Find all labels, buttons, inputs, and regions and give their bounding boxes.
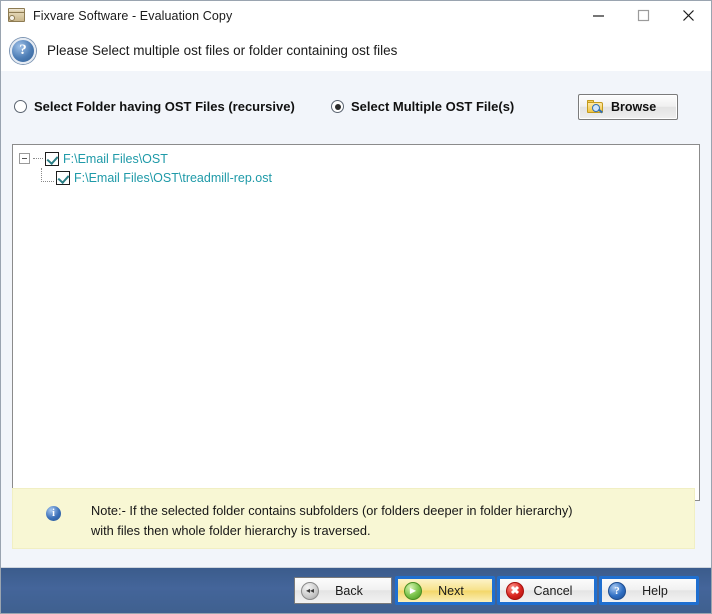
tree-item-root[interactable]: F:\Email Files\OST: [13, 149, 699, 168]
back-button-label: Back: [319, 584, 391, 598]
info-icon: i: [46, 506, 61, 521]
folder-search-icon: [587, 100, 604, 114]
main-content: Select Folder having OST Files (recursiv…: [1, 71, 711, 570]
collapse-expander-icon[interactable]: [19, 153, 30, 164]
instruction-bar: ? Please Select multiple ost files or fo…: [1, 30, 711, 72]
tree-label-child: F:\Email Files\OST\treadmill-rep.ost: [74, 171, 272, 185]
tree-connector: [33, 158, 43, 159]
radio-select-folder[interactable]: Select Folder having OST Files (recursiv…: [14, 99, 295, 114]
note-panel: i Note:- If the selected folder contains…: [12, 488, 695, 549]
radio-folder-mark: [14, 100, 27, 113]
tree-checkbox-root[interactable]: [45, 152, 59, 166]
cancel-icon: ✖: [506, 582, 524, 600]
radio-files-mark: [331, 100, 344, 113]
note-text: Note:- If the selected folder contains s…: [91, 501, 573, 541]
cancel-button[interactable]: ✖ Cancel: [498, 577, 596, 604]
rewind-icon: ◂◂: [301, 582, 319, 600]
window-title: Fixvare Software - Evaluation Copy: [33, 9, 232, 23]
cancel-button-label: Cancel: [524, 584, 594, 598]
footer-bar: ◂◂ Back ▶ Next ✖ Cancel ? Help: [1, 567, 711, 613]
back-button[interactable]: ◂◂ Back: [294, 577, 392, 604]
tree-item-child[interactable]: F:\Email Files\OST\treadmill-rep.ost: [13, 168, 699, 187]
help-button[interactable]: ? Help: [600, 577, 698, 604]
minimize-icon[interactable]: [576, 1, 621, 30]
next-button-label: Next: [422, 584, 492, 598]
tree-label-root: F:\Email Files\OST: [63, 152, 168, 166]
question-icon: ?: [608, 582, 626, 600]
help-button-label: Help: [626, 584, 696, 598]
radio-select-multiple-files[interactable]: Select Multiple OST File(s): [331, 99, 514, 114]
tree-checkbox-child[interactable]: [56, 171, 70, 185]
title-bar: Fixvare Software - Evaluation Copy: [1, 1, 711, 31]
play-icon: ▶: [404, 582, 422, 600]
next-button[interactable]: ▶ Next: [396, 577, 494, 604]
package-box-icon: [8, 7, 25, 24]
close-icon[interactable]: [666, 1, 711, 30]
radio-folder-label: Select Folder having OST Files (recursiv…: [34, 99, 295, 114]
browse-button[interactable]: Browse: [578, 94, 678, 120]
footer-button-group: ◂◂ Back ▶ Next ✖ Cancel ? Help: [294, 577, 698, 604]
question-mark-icon: ?: [10, 38, 36, 64]
maximize-icon[interactable]: [621, 1, 666, 30]
radio-files-label: Select Multiple OST File(s): [351, 99, 514, 114]
tree-connector: [41, 168, 54, 182]
browse-button-label: Browse: [611, 100, 656, 114]
window-controls: [576, 1, 711, 30]
application-window: Fixvare Software - Evaluation Copy ? Ple…: [0, 0, 712, 614]
instruction-text: Please Select multiple ost files or fold…: [47, 43, 397, 58]
file-tree-panel[interactable]: F:\Email Files\OST F:\Email Files\OST\tr…: [12, 144, 700, 501]
